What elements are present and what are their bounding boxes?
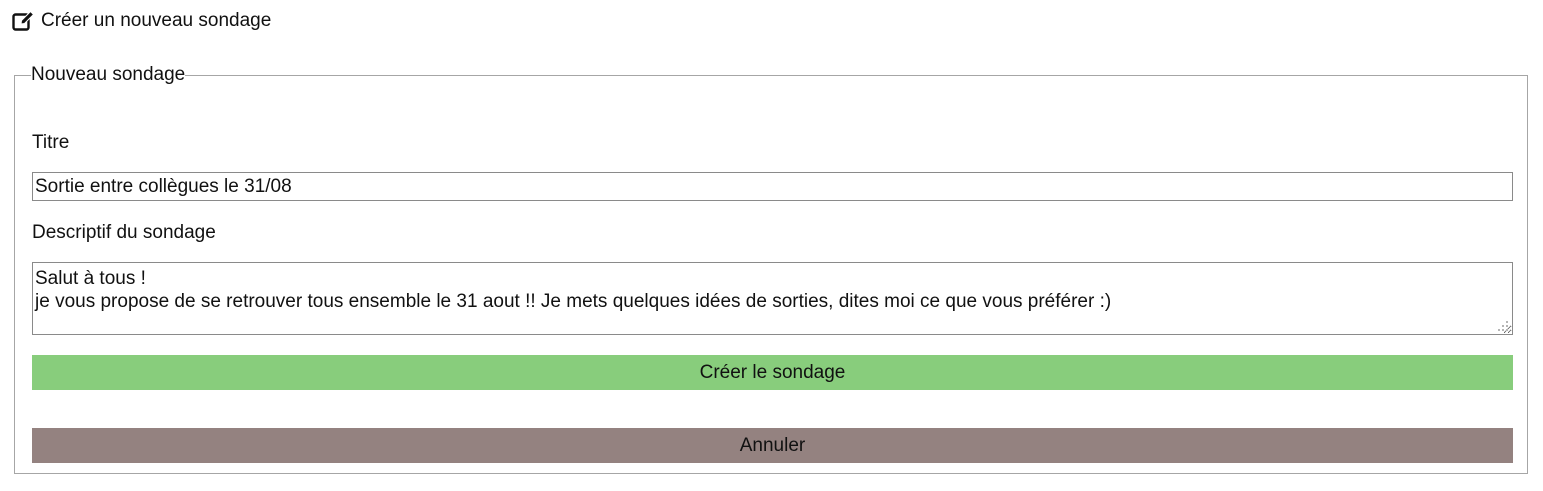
form-legend: Nouveau sondage	[31, 64, 186, 85]
page-header: Créer un nouveau sondage	[12, 8, 271, 34]
title-label: Titre	[32, 132, 70, 153]
title-input[interactable]	[32, 172, 1513, 201]
create-poll-button[interactable]: Créer le sondage	[32, 355, 1513, 390]
cancel-button[interactable]: Annuler	[32, 428, 1513, 463]
description-label: Descriptif du sondage	[32, 222, 216, 243]
new-poll-form: Nouveau sondage Titre Descriptif du sond…	[14, 65, 1528, 474]
edit-icon	[12, 10, 35, 32]
description-textarea[interactable]: Salut à tous ! je vous propose de se ret…	[32, 262, 1513, 335]
page-title: Créer un nouveau sondage	[41, 10, 272, 31]
